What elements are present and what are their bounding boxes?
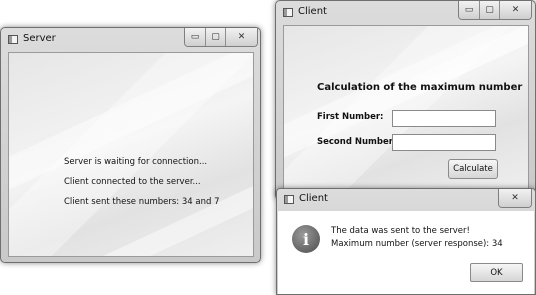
server-status-waiting: Server is waiting for connection...	[64, 157, 208, 167]
dialog-message-line2: Maximum number (server response): 34	[331, 239, 503, 249]
server-titlebar[interactable]: Server ▭ ▢ ✕	[1, 28, 260, 52]
window-app-icon	[283, 8, 293, 17]
dialog-message-line1: The data was sent to the server!	[331, 226, 470, 236]
message-dialog: Client ✕ i The data was sent to the serv…	[276, 188, 536, 295]
client-content: Calculation of the maximum number First …	[283, 25, 529, 195]
minimize-icon[interactable]: ▭	[185, 28, 205, 46]
minimize-icon[interactable]: ▭	[459, 1, 479, 19]
info-icon: i	[292, 225, 320, 253]
server-window: Server ▭ ▢ ✕ Server is waiting for conne…	[0, 27, 261, 263]
client-window-controls: ▭ ▢ ✕	[458, 1, 532, 20]
window-app-icon	[284, 195, 294, 204]
server-window-title: Server	[23, 33, 56, 44]
close-icon[interactable]: ✕	[225, 28, 257, 46]
client-titlebar[interactable]: Client ▭ ▢ ✕	[276, 1, 535, 25]
client-heading: Calculation of the maximum number	[317, 82, 523, 93]
second-number-input[interactable]	[392, 134, 496, 151]
first-number-label: First Number:	[317, 112, 384, 122]
server-content: Server is waiting for connection... Clie…	[8, 52, 254, 257]
server-status-connected: Client connected to the server...	[64, 177, 201, 187]
close-icon[interactable]: ✕	[499, 1, 531, 19]
calculate-button[interactable]: Calculate	[448, 159, 498, 179]
close-icon[interactable]: ✕	[499, 189, 531, 207]
dialog-controls: ✕	[498, 189, 532, 208]
second-number-label: Second Number:	[317, 137, 397, 147]
client-window-title: Client	[298, 6, 327, 17]
server-window-controls: ▭ ▢ ✕	[184, 28, 258, 47]
first-number-input[interactable]	[392, 110, 496, 127]
ok-button[interactable]: OK	[470, 263, 523, 282]
client-window: Client ▭ ▢ ✕ Calculation of the maximum …	[275, 0, 536, 200]
dialog-title: Client	[299, 193, 328, 204]
maximize-icon[interactable]: ▢	[205, 28, 225, 46]
dialog-titlebar[interactable]: Client ✕	[277, 189, 535, 211]
window-app-icon	[8, 35, 18, 44]
dialog-content: i The data was sent to the server! Maxim…	[278, 211, 534, 294]
maximize-icon[interactable]: ▢	[479, 1, 499, 19]
server-status-numbers: Client sent these numbers: 34 and 7	[64, 197, 220, 207]
